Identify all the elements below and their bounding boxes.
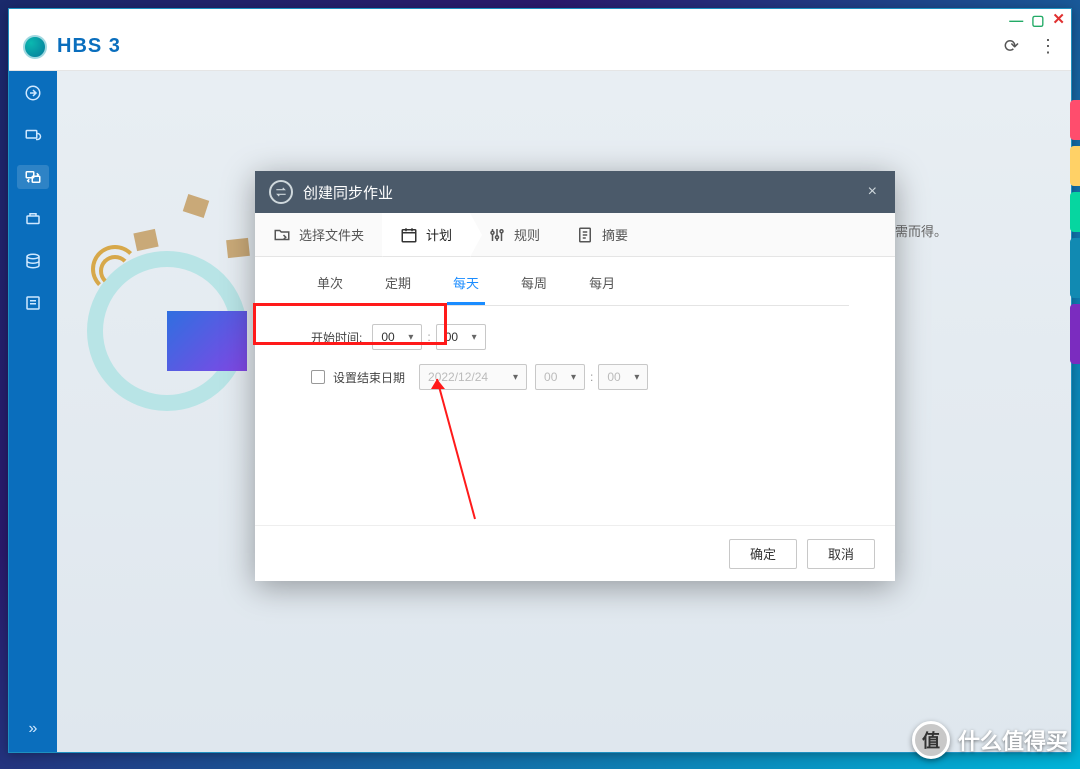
schedule-tabs: 单次 定期 每天 每周 每月 xyxy=(311,263,849,306)
start-hour-value: 00 xyxy=(381,330,394,344)
app-title: HBS 3 xyxy=(57,35,121,58)
chevron-down-icon: ▾ xyxy=(398,332,413,343)
sidebar: » xyxy=(9,71,57,752)
end-date-row: 设置结束日期 2022/12/24 ▾ 00 ▾ : 00 ▾ xyxy=(311,364,849,390)
wizard-step-label: 计划 xyxy=(426,225,452,244)
sidebar-item-overview[interactable] xyxy=(17,81,49,105)
edge-decoration xyxy=(1070,100,1080,729)
cancel-button[interactable]: 取消 xyxy=(807,539,875,569)
dialog-close-button[interactable]: × xyxy=(864,179,881,205)
tab-weekly[interactable]: 每周 xyxy=(515,263,553,305)
wizard-step-label: 选择文件夹 xyxy=(299,225,364,244)
wizard-step-label: 摘要 xyxy=(602,225,628,244)
chevron-down-icon: ▾ xyxy=(624,372,639,383)
chevron-down-icon: ▾ xyxy=(561,372,576,383)
wizard-step-label: 规则 xyxy=(514,225,540,244)
end-hour-select[interactable]: 00 ▾ xyxy=(535,364,585,390)
create-sync-job-dialog: 创建同步作业 × 选择文件夹 计划 xyxy=(255,171,895,581)
annotation-arrow-icon xyxy=(425,369,485,529)
tab-monthly[interactable]: 每月 xyxy=(583,263,621,305)
time-colon: : xyxy=(590,370,593,384)
app-header: HBS 3 ⟳ ⋮ xyxy=(9,23,1071,71)
app-logo-icon xyxy=(23,35,47,59)
wizard-step-select-folder[interactable]: 选择文件夹 xyxy=(255,213,382,256)
dialog-title: 创建同步作业 xyxy=(303,182,393,203)
start-hour-select[interactable]: 00 ▾ xyxy=(372,324,422,350)
sidebar-item-sync[interactable] xyxy=(17,165,49,189)
chevron-down-icon: ▾ xyxy=(462,332,477,343)
sliders-icon xyxy=(488,226,506,244)
dialog-content: 单次 定期 每天 每周 每月 开始时间: 00 ▾ : xyxy=(255,257,895,525)
end-date-label: 设置结束日期 xyxy=(333,369,405,386)
header-actions: ⟳ ⋮ xyxy=(1004,36,1057,57)
tab-periodic[interactable]: 定期 xyxy=(379,263,417,305)
sidebar-item-logs[interactable] xyxy=(17,291,49,315)
tab-once[interactable]: 单次 xyxy=(311,263,349,305)
sidebar-item-storage[interactable] xyxy=(17,249,49,273)
sync-icon xyxy=(269,180,293,204)
main-area: ，数据访问应需而得。 创建同步作业 × 选择文件夹 xyxy=(57,71,1071,752)
watermark-badge-icon: 值 xyxy=(912,721,950,759)
sidebar-item-backup[interactable] xyxy=(17,123,49,147)
folder-arrow-icon xyxy=(273,226,291,244)
end-date-value: 2022/12/24 xyxy=(428,370,488,384)
end-date-select[interactable]: 2022/12/24 ▾ xyxy=(419,364,527,390)
refresh-button[interactable]: ⟳ xyxy=(1004,36,1019,57)
end-date-checkbox[interactable] xyxy=(311,370,325,384)
start-minute-value: 00 xyxy=(445,330,458,344)
app-window: — ▢ ✕ HBS 3 ⟳ ⋮ xyxy=(8,8,1072,753)
start-minute-select[interactable]: 00 ▾ xyxy=(436,324,486,350)
wizard-steps: 选择文件夹 计划 规则 xyxy=(255,213,895,257)
wizard-step-rules[interactable]: 规则 xyxy=(470,213,558,256)
start-time-label: 开始时间: xyxy=(311,329,362,346)
tab-daily[interactable]: 每天 xyxy=(447,263,485,305)
end-minute-select[interactable]: 00 ▾ xyxy=(598,364,648,390)
document-icon xyxy=(576,226,594,244)
wizard-step-schedule[interactable]: 计划 xyxy=(382,213,470,256)
wizard-step-summary[interactable]: 摘要 xyxy=(558,213,646,256)
dialog-titlebar: 创建同步作业 × xyxy=(255,171,895,213)
more-menu-button[interactable]: ⋮ xyxy=(1039,36,1057,57)
ok-button[interactable]: 确定 xyxy=(729,539,797,569)
time-colon: : xyxy=(427,330,430,344)
calendar-icon xyxy=(400,226,418,244)
watermark: 值 什么值得买 xyxy=(912,721,1068,759)
end-hour-value: 00 xyxy=(544,370,557,384)
start-time-row: 开始时间: 00 ▾ : 00 ▾ xyxy=(311,324,849,350)
end-minute-value: 00 xyxy=(607,370,620,384)
sidebar-expand-button[interactable]: » xyxy=(29,720,38,738)
chevron-down-icon: ▾ xyxy=(503,372,518,383)
sidebar-item-restore[interactable] xyxy=(17,207,49,231)
dialog-footer: 确定 取消 xyxy=(255,525,895,581)
watermark-text: 什么值得买 xyxy=(958,724,1068,756)
